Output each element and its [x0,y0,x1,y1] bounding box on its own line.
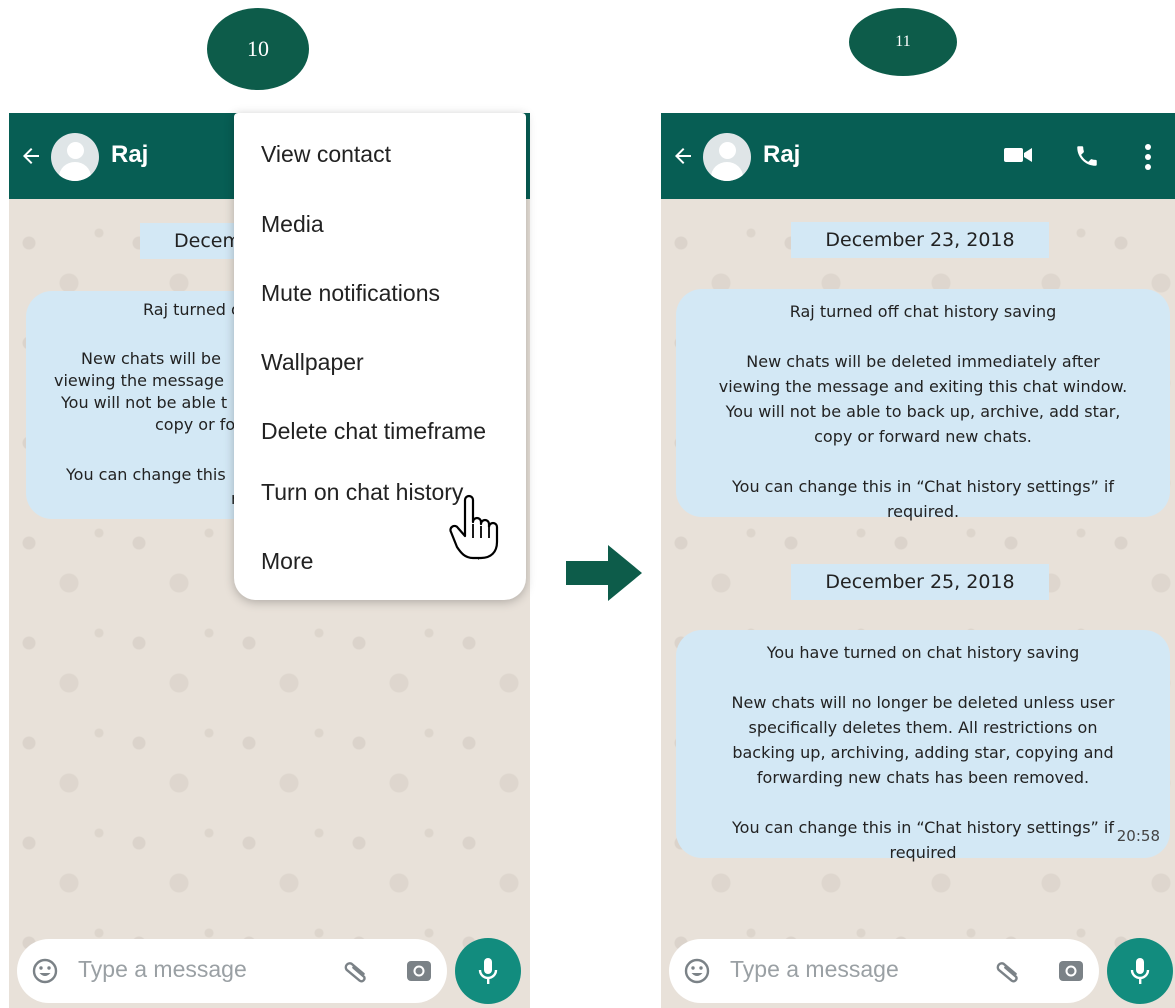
message-input[interactable]: Type a message [78,956,247,983]
avatar-icon[interactable] [51,133,99,181]
notice-title: You have turned on chat history saving [766,643,1080,662]
phone-screen-right: Raj December 23, 2018 Raj turned off cha… [661,113,1175,1008]
mic-icon [478,958,498,984]
attach-icon[interactable] [343,955,371,987]
notice-line: specifically deletes them. All restricti… [748,718,1098,737]
notice-line: backing up, archiving, adding star, copy… [732,743,1114,762]
date-chip: December 25, 2018 [791,564,1049,600]
menu-item-turn-on-chat-history[interactable]: Turn on chat history [261,479,463,506]
step-badge-11: 11 [849,8,957,76]
phone-call-icon[interactable] [1074,143,1100,169]
contact-name[interactable]: Raj [763,141,800,169]
system-notice-off: Raj turned off chat history saving New c… [676,289,1170,521]
menu-item-mute-notifications[interactable]: Mute notifications [261,280,440,307]
video-call-icon[interactable] [1003,143,1033,167]
menu-item-view-contact[interactable]: View contact [261,141,391,168]
mic-button[interactable] [455,938,521,1004]
date-chip: December 23, 2018 [791,222,1049,258]
emoji-icon[interactable] [683,957,711,985]
notice-line: New chats will no longer be deleted unle… [731,693,1115,712]
back-arrow-icon[interactable] [671,144,695,168]
notice-line: viewing the message and exiting this cha… [718,377,1128,396]
notice-line: You can change this [66,465,226,484]
notice-line: New chats will be deleted immediately af… [746,352,1100,371]
notice-footer: You can change this in “Chat history set… [732,818,1114,837]
notice-line: copy or forward new chats. [814,427,1032,446]
notice-title: Raj turned off chat history saving [789,302,1057,321]
notice-footer: required. [886,502,960,521]
contact-name[interactable]: Raj [111,141,148,169]
message-timestamp: 20:58 [1116,827,1160,845]
flow-arrow-icon [566,545,642,601]
camera-icon[interactable] [1058,959,1084,983]
notice-line: copy or fo [155,415,236,434]
notice-line: forwarding new chats has been removed. [756,768,1090,787]
avatar-icon[interactable] [703,133,751,181]
notice-line: You will not be able to back up, archive… [725,402,1121,421]
message-input-bar[interactable]: Type a message [17,939,447,1003]
mic-button[interactable] [1107,938,1173,1004]
message-input-bar[interactable]: Type a message [669,939,1099,1003]
mic-icon [1130,958,1150,984]
menu-item-more[interactable]: More [261,548,313,575]
attach-icon[interactable] [995,955,1023,987]
hand-cursor-icon [449,494,499,560]
notice-line: Raj turned o [143,300,241,319]
notice-footer: You can change this in “Chat history set… [732,477,1114,496]
menu-item-wallpaper[interactable]: Wallpaper [261,349,364,376]
back-arrow-icon[interactable] [19,144,43,168]
more-vert-icon[interactable] [1143,143,1153,171]
message-input[interactable]: Type a message [730,956,899,983]
menu-item-delete-chat-timeframe[interactable]: Delete chat timeframe [261,418,486,445]
date-chip-text: Decem [174,230,241,252]
notice-footer: required [889,843,957,862]
step-badge-10: 10 [207,8,309,90]
chat-header: Raj [661,113,1175,199]
emoji-icon[interactable] [31,957,59,985]
system-notice-on: You have turned on chat history saving N… [676,630,1170,862]
menu-item-media[interactable]: Media [261,211,324,238]
camera-icon[interactable] [406,959,432,983]
